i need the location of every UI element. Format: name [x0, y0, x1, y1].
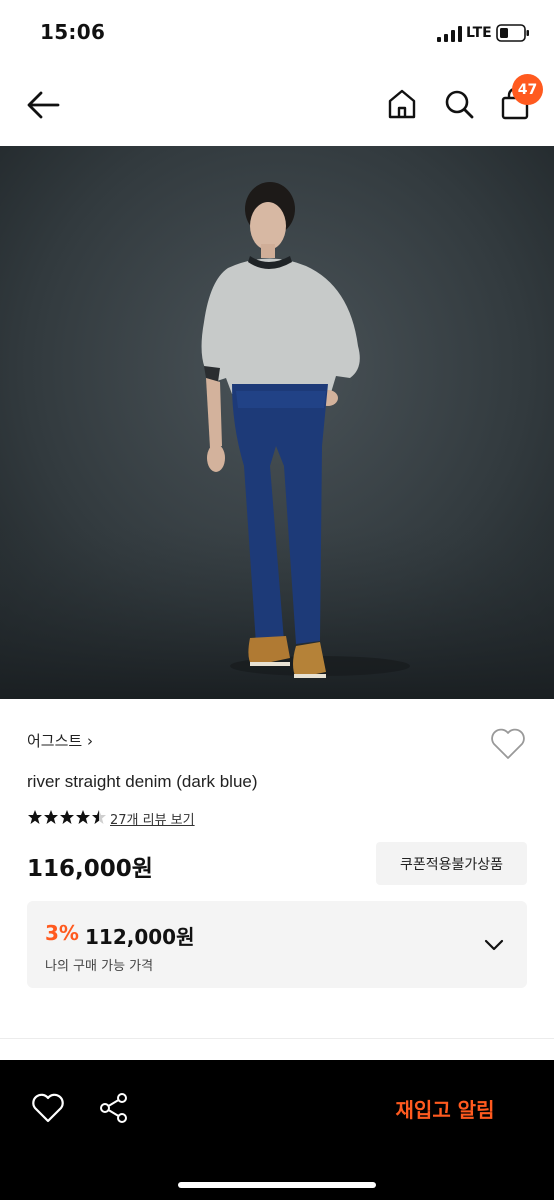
bottom-action-bar: 재입고 알림 — [0, 1060, 554, 1200]
home-indicator — [178, 1182, 376, 1188]
share-icon[interactable] — [96, 1090, 132, 1126]
heart-icon[interactable] — [489, 727, 527, 761]
chevron-down-icon[interactable] — [479, 931, 509, 959]
my-price-label: 나의 구매 가능 가격 — [45, 959, 154, 974]
back-arrow-icon[interactable] — [24, 88, 62, 122]
signal-icon — [437, 26, 462, 42]
star-icon — [60, 810, 74, 824]
network-type: LTE — [466, 25, 492, 41]
search-icon[interactable] — [441, 86, 477, 122]
my-price-panel[interactable]: 3% 112,000원 나의 구매 가능 가격 — [27, 901, 527, 988]
my-price-value: 112,000원 — [85, 925, 195, 949]
coupon-notice-badge: 쿠폰적용불가상품 — [376, 842, 527, 885]
section-divider — [0, 1038, 554, 1039]
product-price: 116,000원 — [27, 856, 153, 882]
star-icon — [28, 810, 42, 824]
discount-rate: 3% — [45, 921, 79, 945]
status-bar: 15:06 LTE — [0, 0, 554, 66]
review-link[interactable]: 27개 리뷰 보기 — [110, 809, 195, 828]
product-photo[interactable] — [0, 146, 554, 699]
star-icon — [44, 810, 58, 824]
product-name: river straight denim (dark blue) — [27, 772, 258, 791]
top-navigation — [0, 66, 554, 146]
rating-stars — [27, 809, 107, 825]
battery-icon — [496, 24, 529, 42]
home-icon[interactable] — [384, 86, 420, 122]
cart-count-badge: 47 — [512, 74, 543, 105]
star-icon — [76, 810, 90, 824]
half-star-icon — [92, 810, 106, 824]
heart-icon[interactable] — [30, 1090, 66, 1126]
status-time: 15:06 — [40, 20, 106, 44]
brand-link[interactable]: 어그스트 › — [27, 730, 93, 751]
restock-alert-button[interactable]: 재입고 알림 — [370, 1092, 520, 1124]
